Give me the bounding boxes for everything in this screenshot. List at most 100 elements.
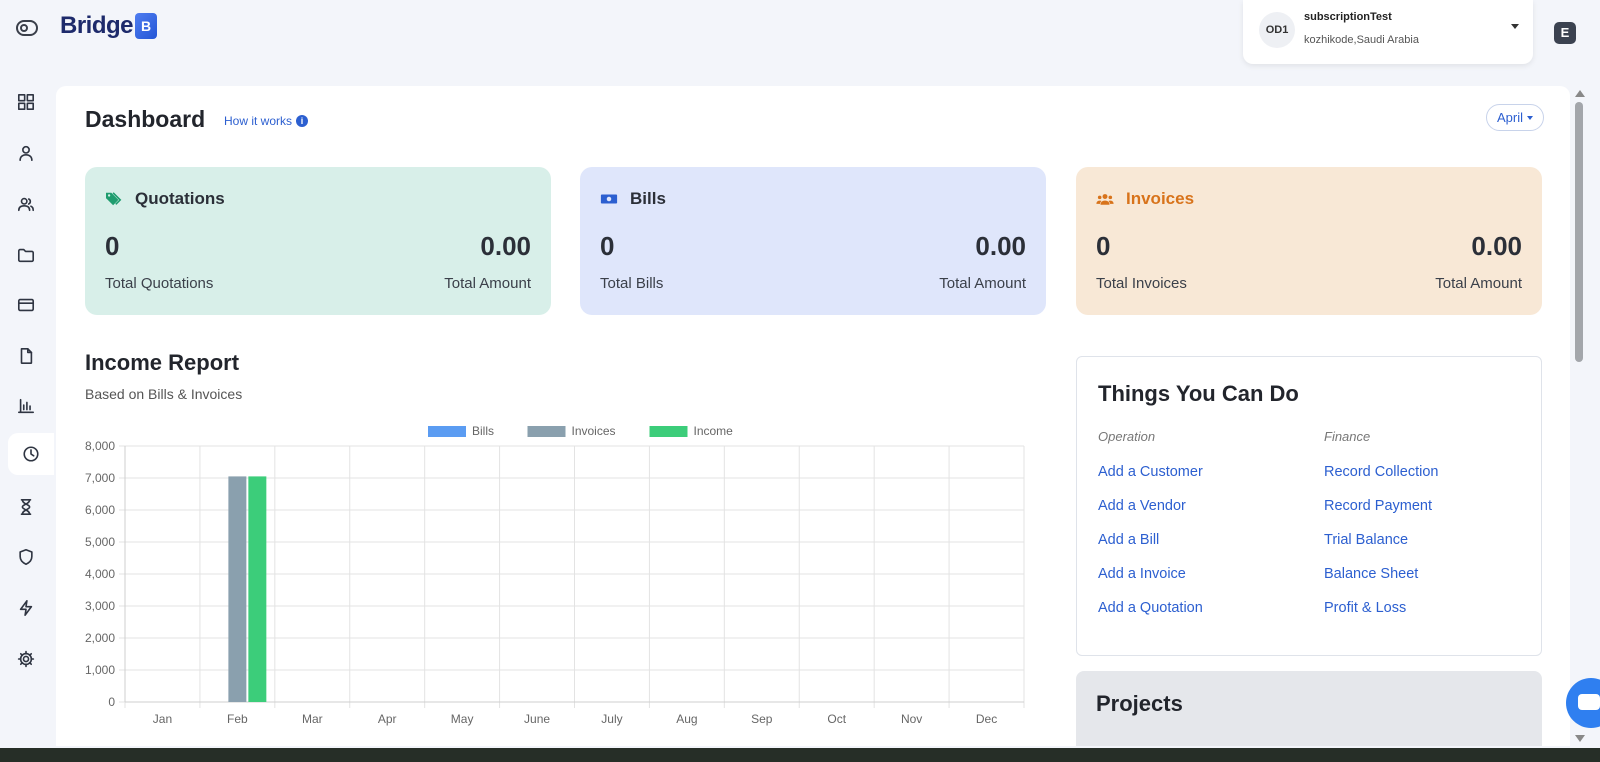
profit-loss-link[interactable]: Profit & Loss bbox=[1324, 599, 1438, 633]
add-quotation-link[interactable]: Add a Quotation bbox=[1098, 599, 1203, 633]
document-icon[interactable] bbox=[13, 343, 39, 369]
income-chart: Bills Invoices Income 0 1,000 2,000 3,000 4,000… bbox=[85, 424, 1025, 726]
invoices-title: Invoices bbox=[1126, 189, 1195, 208]
finance-caption: Finance bbox=[1324, 429, 1371, 444]
bills-title: Bills bbox=[630, 189, 666, 208]
clock-icon[interactable] bbox=[8, 433, 54, 475]
bills-count-label: Total Bills bbox=[600, 275, 664, 292]
folder-icon[interactable] bbox=[13, 242, 39, 268]
y-tick-label: 3,000 bbox=[85, 599, 115, 613]
y-tick-label: 4,000 bbox=[85, 567, 115, 581]
shield-icon[interactable] bbox=[13, 544, 39, 570]
x-tick-label: Oct bbox=[827, 712, 846, 726]
bills-card[interactable]: Bills 0 0.00 Total Bills Total Amount bbox=[580, 167, 1046, 315]
quotations-card[interactable]: Quotations 0 0.00 Total Quotations Total… bbox=[85, 167, 551, 315]
x-tick-label: Jan bbox=[153, 712, 172, 726]
page-title: Dashboard bbox=[85, 106, 206, 132]
legend-swatch-income bbox=[649, 426, 688, 437]
legend-label-income: Income bbox=[694, 424, 734, 438]
quotations-count: 0 bbox=[105, 231, 120, 261]
operation-caption: Operation bbox=[1098, 429, 1156, 444]
legend-swatch-bills bbox=[428, 426, 466, 437]
users-icon[interactable] bbox=[13, 191, 39, 217]
bills-amount: 0.00 bbox=[975, 231, 1026, 261]
y-tick-label: 0 bbox=[108, 695, 115, 709]
add-invoice-link[interactable]: Add a Invoice bbox=[1098, 565, 1203, 599]
things-you-can-do-card: Things You Can Do Operation Add a Custom… bbox=[1076, 356, 1542, 656]
how-it-works-label: How it works bbox=[224, 114, 293, 128]
x-tick-label: June bbox=[524, 712, 550, 726]
os-taskbar bbox=[0, 748, 1600, 762]
invoices-count-label: Total Invoices bbox=[1096, 275, 1187, 292]
logo-text: Bridge bbox=[60, 12, 134, 39]
month-select-value: April bbox=[1497, 110, 1524, 125]
scroll-up-arrow-icon[interactable] bbox=[1575, 90, 1585, 97]
sidebar bbox=[0, 84, 54, 748]
month-select[interactable]: April bbox=[1486, 104, 1545, 131]
lightning-icon[interactable] bbox=[13, 595, 39, 621]
y-tick-label: 5,000 bbox=[85, 535, 115, 549]
record-payment-link[interactable]: Record Payment bbox=[1324, 497, 1438, 531]
credit-card-icon[interactable] bbox=[13, 292, 39, 318]
user-icon[interactable] bbox=[13, 140, 39, 166]
chevron-down-icon[interactable] bbox=[1511, 24, 1519, 29]
x-tick-label: Nov bbox=[901, 712, 922, 726]
brand-logo[interactable]: Bridge B bbox=[60, 12, 158, 40]
tags-icon bbox=[106, 192, 122, 206]
users-group-icon bbox=[1096, 194, 1114, 205]
scroll-down-arrow-icon[interactable] bbox=[1575, 735, 1585, 742]
quotations-amount-label: Total Amount bbox=[444, 275, 531, 292]
bills-amount-label: Total Amount bbox=[939, 275, 1026, 292]
x-tick-label: May bbox=[451, 712, 474, 726]
y-tick-label: 7,000 bbox=[85, 471, 115, 485]
record-collection-link[interactable]: Record Collection bbox=[1324, 463, 1438, 497]
income-report-subtitle: Based on Bills & Invoices bbox=[85, 386, 243, 402]
income-report-title: Income Report bbox=[85, 350, 240, 375]
gear-icon[interactable] bbox=[13, 646, 39, 672]
x-tick-label: Dec bbox=[976, 712, 997, 726]
legend-label-bills: Bills bbox=[472, 424, 494, 438]
y-tick-label: 2,000 bbox=[85, 631, 115, 645]
y-tick-label: 1,000 bbox=[85, 663, 115, 677]
balance-sheet-link[interactable]: Balance Sheet bbox=[1324, 565, 1438, 599]
invoices-card[interactable]: Invoices 0 0.00 Total Invoices Total Amo… bbox=[1076, 167, 1542, 315]
page-scrollbar[interactable] bbox=[1570, 86, 1588, 746]
add-bill-link[interactable]: Add a Bill bbox=[1098, 531, 1203, 565]
info-icon: i bbox=[296, 115, 309, 127]
operation-column: Operation Add a Customer Add a Vendor Ad… bbox=[1098, 429, 1203, 633]
sidebar-toggle-icon[interactable] bbox=[16, 20, 38, 36]
things-title: Things You Can Do bbox=[1098, 381, 1299, 406]
main-content: Dashboard How it works i April Quotation… bbox=[56, 86, 1570, 746]
add-customer-link[interactable]: Add a Customer bbox=[1098, 463, 1203, 497]
x-tick-label: Apr bbox=[378, 712, 397, 726]
x-tick-label: Aug bbox=[676, 712, 697, 726]
dashboard-grid-icon[interactable] bbox=[13, 89, 39, 115]
logo-mark-icon: B bbox=[135, 13, 158, 39]
x-tick-label: Mar bbox=[302, 712, 323, 726]
x-tick-label: Feb bbox=[227, 712, 248, 726]
projects-title: Projects bbox=[1096, 691, 1183, 716]
quotations-title: Quotations bbox=[135, 189, 225, 208]
invoices-amount: 0.00 bbox=[1471, 231, 1522, 261]
quotations-amount: 0.00 bbox=[480, 231, 531, 261]
quotations-count-label: Total Quotations bbox=[105, 275, 214, 292]
chevron-down-icon bbox=[1527, 115, 1534, 120]
x-tick-label: Sep bbox=[751, 712, 773, 726]
invoices-amount-label: Total Amount bbox=[1435, 275, 1522, 292]
x-tick-label: July bbox=[601, 712, 622, 726]
hourglass-icon[interactable] bbox=[13, 494, 39, 520]
account-switcher[interactable]: OD1 subscriptionTest kozhikode,Saudi Ara… bbox=[1243, 0, 1533, 64]
trial-balance-link[interactable]: Trial Balance bbox=[1324, 531, 1438, 565]
add-vendor-link[interactable]: Add a Vendor bbox=[1098, 497, 1203, 531]
account-name: subscriptionTest bbox=[1304, 11, 1392, 23]
projects-card: Projects bbox=[1076, 671, 1542, 746]
invoices-count: 0 bbox=[1096, 231, 1111, 261]
bar-invoices-feb bbox=[228, 476, 247, 702]
app-switcher-icon[interactable]: E bbox=[1554, 22, 1576, 44]
scroll-thumb[interactable] bbox=[1575, 102, 1583, 362]
bar-chart-icon[interactable] bbox=[13, 393, 39, 419]
y-tick-label: 8,000 bbox=[85, 439, 115, 453]
finance-column: Finance Record Collection Record Payment… bbox=[1324, 429, 1438, 633]
how-it-works-link[interactable]: How it works i bbox=[224, 114, 309, 128]
y-tick-label: 6,000 bbox=[85, 503, 115, 517]
